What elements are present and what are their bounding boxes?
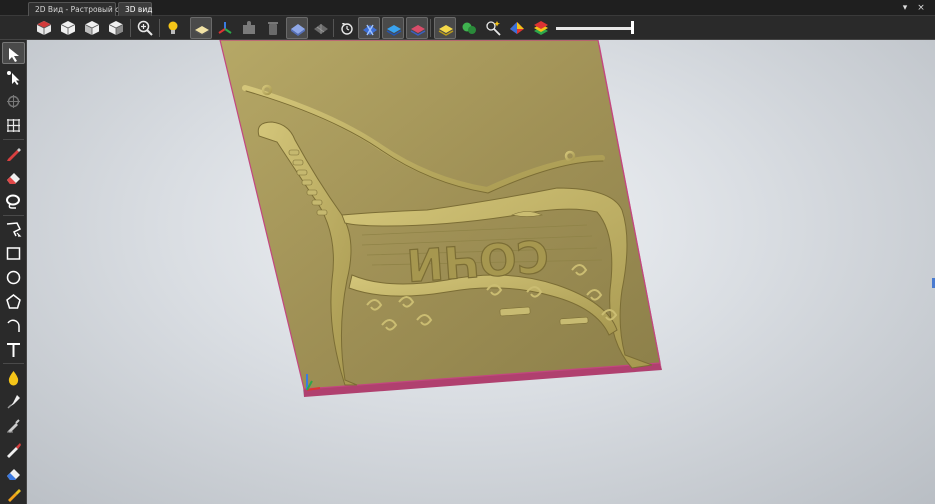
tab-2d-view[interactable]: 2D Вид - Растровый слой xyxy=(28,2,134,16)
layer-blue-icon[interactable] xyxy=(382,17,404,39)
green-sphere-icon[interactable] xyxy=(458,17,480,39)
lasso-icon[interactable] xyxy=(2,190,25,212)
rotate-icon[interactable] xyxy=(336,17,358,39)
trash-icon[interactable] xyxy=(262,17,284,39)
polygon-icon[interactable] xyxy=(2,290,25,312)
tools-sidebar xyxy=(0,40,27,504)
layer-red-icon[interactable] xyxy=(406,17,428,39)
zoom-slider-track[interactable] xyxy=(556,27,634,30)
tab-bar: 2D Вид - Растровый слой 3D вид ▾ × xyxy=(0,0,935,16)
close-icon[interactable]: × xyxy=(915,2,927,14)
smooth-icon[interactable] xyxy=(2,390,25,412)
polyline-icon[interactable] xyxy=(2,218,25,240)
tab-3d-view[interactable]: 3D вид xyxy=(118,2,152,16)
view-iso-icon[interactable] xyxy=(33,17,55,39)
wireframe-icon[interactable] xyxy=(310,17,332,39)
app-window: 2D Вид - Растровый слой 3D вид ▾ × СОЧИ xyxy=(0,0,935,504)
eraser-icon[interactable] xyxy=(2,166,25,188)
text-icon[interactable] xyxy=(2,338,25,360)
colored-vertex-icon[interactable] xyxy=(506,17,528,39)
light-bulb-icon[interactable] xyxy=(162,17,184,39)
pen-icon[interactable] xyxy=(2,142,25,164)
node-edit-icon[interactable] xyxy=(2,66,25,88)
transform-icon[interactable] xyxy=(2,90,25,112)
view-side-icon[interactable] xyxy=(105,17,127,39)
rectangle-icon[interactable] xyxy=(2,242,25,264)
eraser2-icon[interactable] xyxy=(2,462,25,484)
layers-stack-icon[interactable] xyxy=(530,17,552,39)
layer-yellow-icon[interactable] xyxy=(434,17,456,39)
brush-icon[interactable] xyxy=(2,483,25,504)
zoom-slider-thumb[interactable] xyxy=(631,21,634,34)
circle-icon[interactable] xyxy=(2,266,25,288)
drop-icon[interactable] xyxy=(2,366,25,388)
zoom-icon[interactable] xyxy=(134,17,156,39)
grid-icon[interactable] xyxy=(2,114,25,136)
mirror-icon[interactable] xyxy=(358,17,380,39)
knife-icon[interactable] xyxy=(2,438,25,460)
shaded-view-icon[interactable] xyxy=(286,17,308,39)
relief-text: СОЧИ xyxy=(405,229,550,290)
axes-icon[interactable] xyxy=(214,17,236,39)
layer-plane-icon[interactable] xyxy=(190,17,212,39)
3d-viewport[interactable]: СОЧИ xyxy=(27,40,935,504)
select-arrow-icon[interactable] xyxy=(2,42,25,64)
view-toolbar xyxy=(0,16,935,40)
puzzle-icon[interactable] xyxy=(238,17,260,39)
arc-icon[interactable] xyxy=(2,314,25,336)
window-menu-icon[interactable]: ▾ xyxy=(899,2,911,14)
relief-scene: СОЧИ xyxy=(219,40,662,397)
view-top-icon[interactable] xyxy=(57,17,79,39)
magic-wand-icon[interactable] xyxy=(482,17,504,39)
view-front-icon[interactable] xyxy=(81,17,103,39)
sculpt-icon[interactable] xyxy=(2,414,25,436)
